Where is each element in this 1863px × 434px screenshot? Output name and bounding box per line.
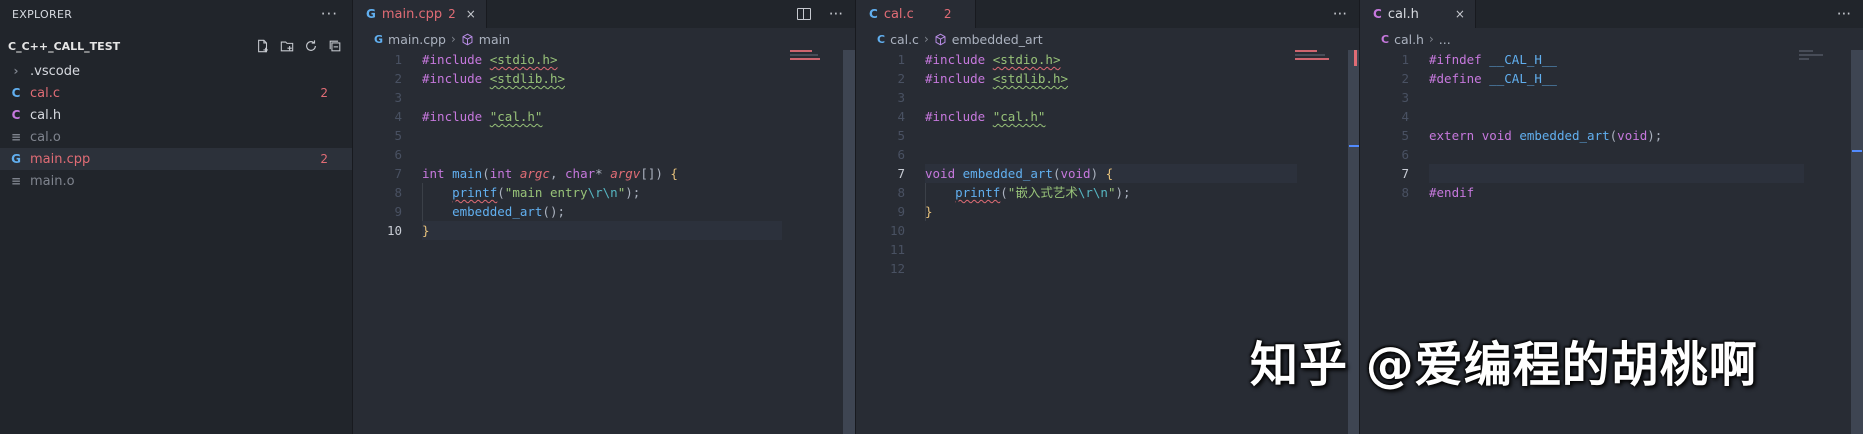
- more-actions-icon[interactable]: ···: [1333, 5, 1347, 23]
- breadcrumb: C cal.c › embedded_art: [857, 28, 1359, 50]
- code-editor[interactable]: 1 #include <stdio.h> 2 #include <stdlib.h>…: [354, 50, 855, 240]
- breadcrumb-symbol[interactable]: main: [479, 32, 510, 47]
- error-overview-marker: [1354, 50, 1357, 66]
- object-file-icon: ≡: [10, 130, 22, 144]
- tab-cal-h[interactable]: C cal.h ×: [1361, 0, 1476, 28]
- cursor-overview-marker: [1852, 150, 1862, 152]
- c-header-icon: C: [11, 108, 21, 122]
- chevron-right-icon: ›: [13, 64, 19, 78]
- cursor-overview-marker: [1349, 145, 1359, 147]
- c-file-icon: C: [869, 7, 878, 21]
- breadcrumb-file[interactable]: cal.c: [890, 32, 919, 47]
- new-file-icon[interactable]: [256, 39, 270, 53]
- chevron-right-icon: ›: [1428, 32, 1434, 46]
- close-icon[interactable]: ×: [466, 7, 476, 21]
- breadcrumb-file[interactable]: main.cpp: [388, 32, 446, 47]
- minimap[interactable]: [1799, 50, 1851, 66]
- more-actions-icon[interactable]: ···: [829, 5, 843, 23]
- breadcrumb-symbol[interactable]: ...: [1439, 32, 1451, 47]
- refresh-icon[interactable]: [304, 39, 318, 53]
- tree-item-main-o[interactable]: ≡ main.o: [0, 170, 352, 192]
- tab-bar: C cal.h × ···: [1361, 0, 1863, 28]
- collapse-all-icon[interactable]: [328, 39, 342, 53]
- explorer-header: EXPLORER ···: [0, 0, 352, 28]
- problem-count-badge: 2: [320, 152, 328, 166]
- tab-bar: G main.cpp 2 × ···: [354, 0, 855, 28]
- c-header-icon: C: [1373, 7, 1382, 21]
- breadcrumb-file[interactable]: cal.h: [1394, 32, 1424, 47]
- cpp-file-icon: G: [11, 152, 21, 166]
- cube-symbol-icon: [462, 33, 473, 45]
- vertical-scrollbar[interactable]: [1851, 50, 1863, 434]
- c-file-icon: C: [877, 32, 886, 46]
- editor-group-main-cpp: G main.cpp 2 × ··· G main.cpp › main 1 #i…: [354, 0, 856, 434]
- tab-cal-c[interactable]: C cal.c 2: [857, 0, 977, 28]
- problem-count-badge: 2: [320, 86, 328, 100]
- explorer-more-icon[interactable]: ···: [321, 5, 338, 23]
- code-editor[interactable]: 1 #include <stdio.h> 2 #include <stdlib.h>…: [857, 50, 1359, 278]
- close-icon[interactable]: ×: [1455, 7, 1465, 21]
- cpp-file-icon: G: [366, 7, 376, 21]
- cpp-file-icon: G: [374, 32, 384, 46]
- watermark: 知乎 @爱编程的胡桃啊: [1250, 337, 1758, 393]
- breadcrumb-symbol[interactable]: embedded_art: [952, 32, 1043, 47]
- breadcrumb: C cal.h › ...: [1361, 28, 1863, 50]
- tree-item-cal-c[interactable]: C cal.c 2: [0, 82, 352, 104]
- vertical-scrollbar[interactable]: [843, 50, 855, 434]
- breadcrumb: G main.cpp › main: [354, 28, 855, 50]
- explorer-sidebar: EXPLORER ··· C_C++_CALL_TEST › .vscode C…: [0, 0, 353, 434]
- minimap[interactable]: [790, 50, 842, 66]
- chevron-right-icon: ›: [450, 32, 456, 46]
- split-editor-icon[interactable]: [796, 8, 811, 20]
- code-editor[interactable]: 1 #ifndef __CAL_H__ 2 #define __CAL_H__ 3 …: [1361, 50, 1863, 202]
- object-file-icon: ≡: [10, 174, 22, 188]
- file-tree: › .vscode C cal.c 2 C cal.h ≡ cal.o G ma…: [0, 60, 352, 192]
- tab-main-cpp[interactable]: G main.cpp 2 ×: [354, 0, 487, 28]
- explorer-title: EXPLORER: [12, 7, 73, 21]
- tree-item-cal-h[interactable]: C cal.h: [0, 104, 352, 126]
- folder-name: C_C++_CALL_TEST: [8, 39, 121, 53]
- c-header-icon: C: [1381, 32, 1390, 46]
- minimap[interactable]: [1295, 50, 1347, 66]
- tab-bar: C cal.c 2 ···: [857, 0, 1359, 28]
- tree-item-cal-o[interactable]: ≡ cal.o: [0, 126, 352, 148]
- new-folder-icon[interactable]: [280, 39, 294, 53]
- tree-item-main-cpp[interactable]: G main.cpp 2: [0, 148, 352, 170]
- workspace-folder[interactable]: C_C++_CALL_TEST: [0, 34, 352, 58]
- cube-symbol-icon: [935, 33, 946, 45]
- more-actions-icon[interactable]: ···: [1837, 5, 1851, 23]
- c-file-icon: C: [11, 86, 21, 100]
- tree-item-vscode[interactable]: › .vscode: [0, 60, 352, 82]
- chevron-right-icon: ›: [923, 32, 929, 46]
